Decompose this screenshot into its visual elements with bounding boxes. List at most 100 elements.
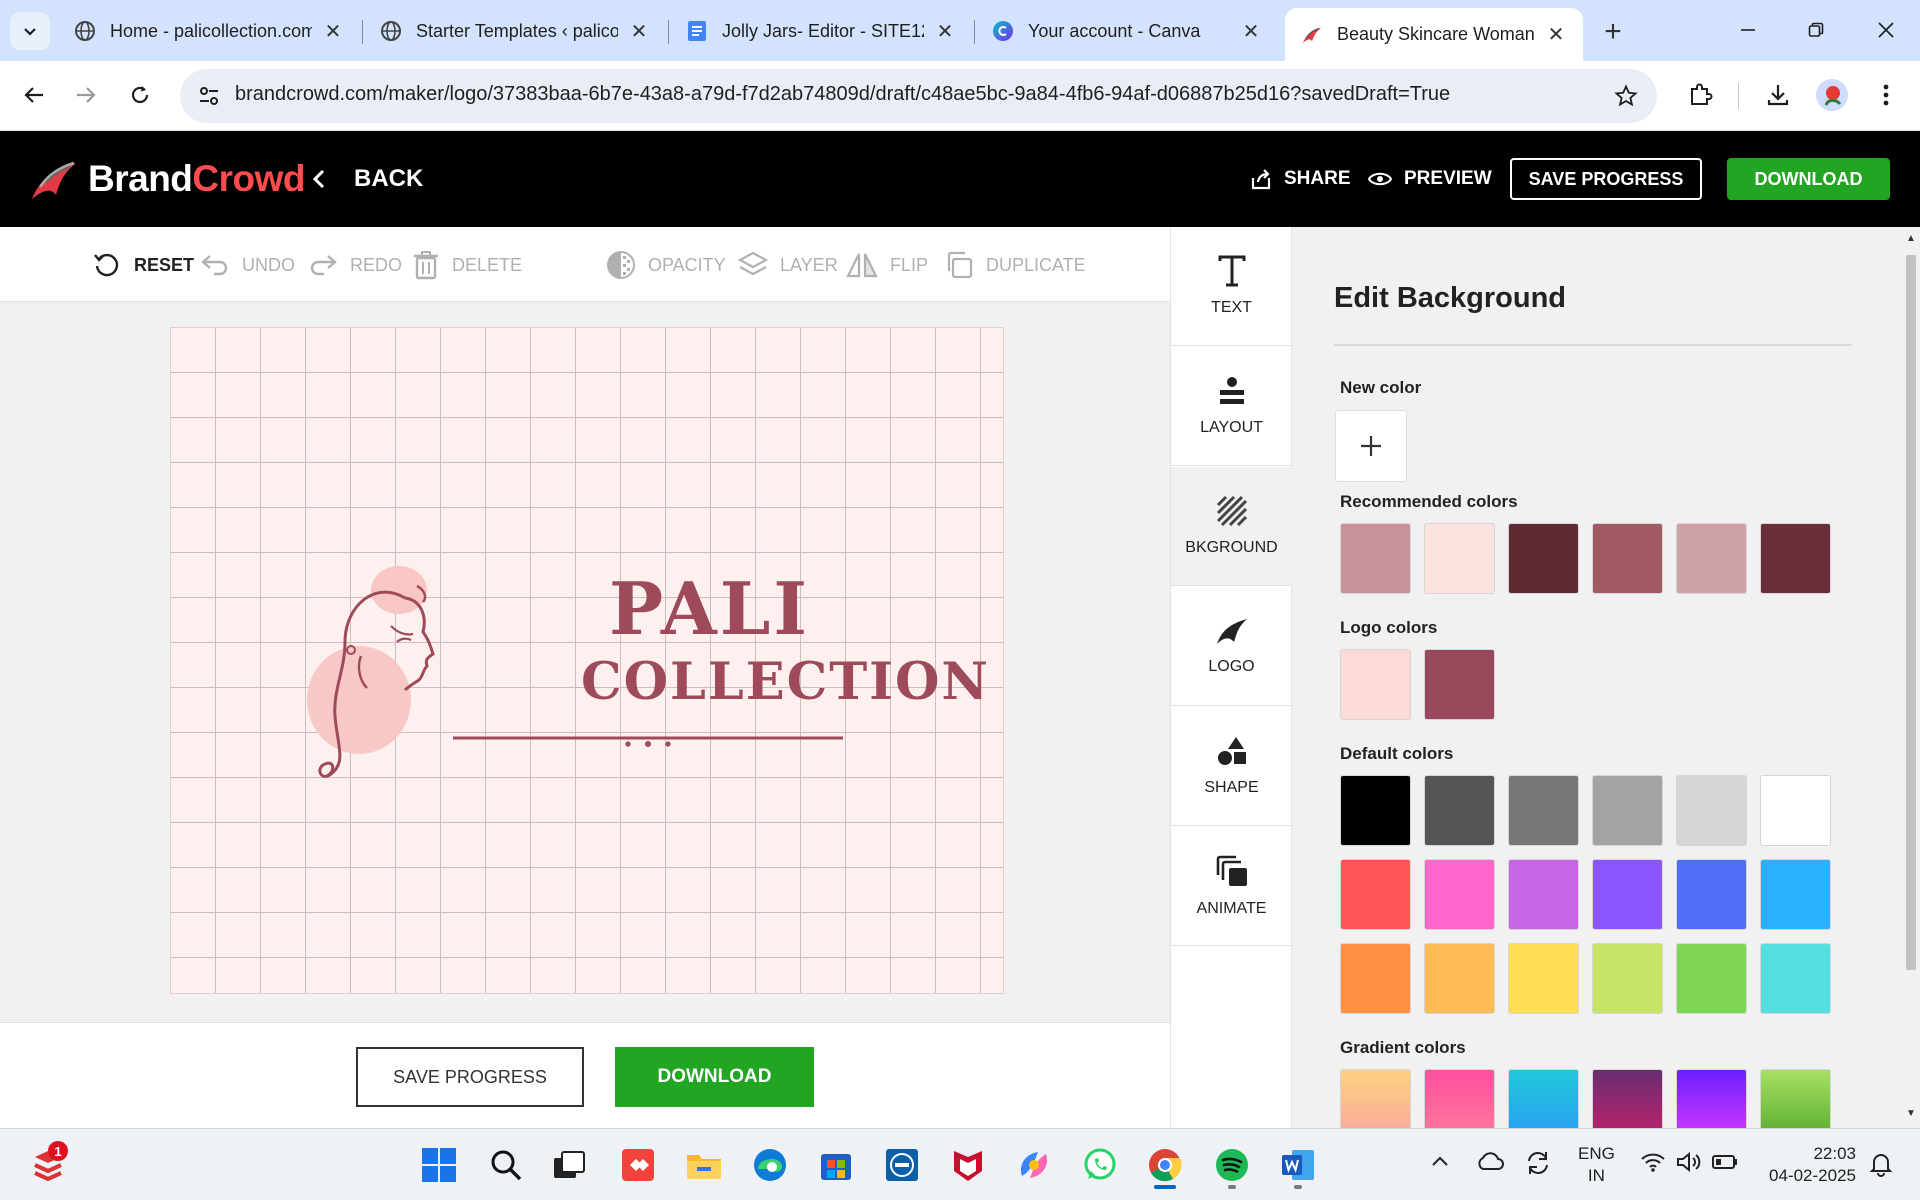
color-swatch[interactable] bbox=[1592, 523, 1663, 594]
color-swatch[interactable] bbox=[1340, 859, 1411, 930]
color-swatch[interactable] bbox=[1508, 523, 1579, 594]
logo-design[interactable]: PALI COLLECTION bbox=[301, 558, 988, 788]
taskbar-app-store[interactable] bbox=[812, 1141, 860, 1189]
taskbar-app-edge[interactable] bbox=[746, 1141, 794, 1189]
clock[interactable]: 22:03 04-02-2025 bbox=[1760, 1143, 1856, 1187]
sidenav-item-shape[interactable]: SHAPE bbox=[1171, 707, 1292, 826]
sidenav-item-logo[interactable]: LOGO bbox=[1171, 587, 1292, 706]
sidenav-item-text[interactable]: TEXT bbox=[1171, 227, 1292, 346]
color-swatch[interactable] bbox=[1760, 775, 1831, 846]
restore-button[interactable] bbox=[1782, 8, 1850, 52]
scrollbar-thumb[interactable] bbox=[1906, 255, 1916, 970]
color-swatch[interactable] bbox=[1760, 943, 1831, 1014]
downloads-icon[interactable] bbox=[1758, 75, 1798, 115]
site-settings-icon[interactable] bbox=[196, 83, 222, 109]
color-swatch[interactable] bbox=[1760, 1069, 1831, 1128]
forward-nav-button[interactable] bbox=[66, 75, 106, 115]
color-swatch[interactable] bbox=[1424, 1069, 1495, 1128]
undo-button[interactable]: UNDO bbox=[200, 249, 295, 281]
duplicate-button[interactable]: DUPLICATE bbox=[944, 249, 1086, 281]
color-swatch[interactable] bbox=[1424, 859, 1495, 930]
taskbar-app-dell[interactable] bbox=[878, 1141, 926, 1189]
layer-button[interactable]: LAYER bbox=[738, 249, 838, 281]
minimize-button[interactable] bbox=[1714, 8, 1782, 52]
color-swatch[interactable] bbox=[1424, 523, 1495, 594]
brand-name-line1[interactable]: PALI bbox=[609, 566, 810, 651]
close-icon[interactable]: ✕ bbox=[1238, 18, 1264, 44]
redo-button[interactable]: REDO bbox=[308, 249, 402, 281]
tray-overflow-icon[interactable] bbox=[1430, 1153, 1450, 1173]
color-swatch[interactable] bbox=[1340, 1069, 1411, 1128]
sync-icon[interactable] bbox=[1524, 1149, 1552, 1182]
browser-tab-2[interactable]: Starter Templates ‹ palicollection ✕ bbox=[364, 8, 666, 54]
sidenav-item-animate[interactable]: ANIMATE bbox=[1171, 827, 1292, 946]
color-swatch[interactable] bbox=[1508, 775, 1579, 846]
color-swatch[interactable] bbox=[1340, 775, 1411, 846]
back-nav-button[interactable] bbox=[14, 75, 54, 115]
scroll-up-icon[interactable]: ▲ bbox=[1906, 233, 1916, 247]
taskbar-app-spotify[interactable] bbox=[1208, 1141, 1256, 1189]
add-color-button[interactable] bbox=[1335, 410, 1407, 482]
woman-face-illustration[interactable] bbox=[301, 558, 461, 788]
color-swatch[interactable] bbox=[1676, 859, 1747, 930]
sidenav-item-layout[interactable]: LAYOUT bbox=[1171, 347, 1292, 466]
color-swatch[interactable] bbox=[1760, 523, 1831, 594]
brand-name-line2[interactable]: COLLECTION bbox=[581, 652, 990, 712]
opacity-button[interactable]: OPACITY bbox=[606, 249, 726, 281]
browser-tab-5-active[interactable]: Beauty Skincare Woman Logo ✕ bbox=[1285, 8, 1583, 61]
url-text[interactable]: brandcrowd.com/maker/logo/37383baa-6b7e-… bbox=[235, 83, 1450, 106]
close-icon[interactable]: ✕ bbox=[320, 18, 346, 44]
taskbar-app-copilot[interactable] bbox=[1010, 1141, 1058, 1189]
brandcrowd-logo[interactable]: BrandCrowd bbox=[30, 157, 306, 201]
browser-tab-4[interactable]: Your account - Canva ✕ bbox=[976, 8, 1278, 54]
wifi-icon[interactable] bbox=[1640, 1151, 1666, 1178]
profile-avatar[interactable] bbox=[1816, 79, 1848, 111]
panel-scrollbar[interactable]: ▲ ▼ bbox=[1902, 227, 1920, 1128]
scroll-down-icon[interactable]: ▼ bbox=[1906, 1108, 1916, 1122]
taskbar-app-whatsapp[interactable] bbox=[1076, 1141, 1124, 1189]
close-icon[interactable]: ✕ bbox=[626, 18, 652, 44]
color-swatch[interactable] bbox=[1508, 943, 1579, 1014]
notifications-icon[interactable] bbox=[1868, 1151, 1894, 1182]
download-bottom-button[interactable]: DOWNLOAD bbox=[615, 1047, 814, 1107]
language-indicator[interactable]: ENG IN bbox=[1578, 1143, 1615, 1187]
taskbar-app-file-explorer[interactable] bbox=[680, 1141, 728, 1189]
tab-search-button[interactable] bbox=[10, 12, 50, 50]
bookmark-star-icon[interactable] bbox=[1611, 81, 1641, 111]
color-swatch[interactable] bbox=[1592, 775, 1663, 846]
reset-button[interactable]: RESET bbox=[92, 249, 194, 281]
volume-icon[interactable] bbox=[1676, 1151, 1702, 1178]
battery-icon[interactable] bbox=[1712, 1153, 1738, 1176]
start-button[interactable] bbox=[415, 1141, 463, 1189]
close-icon[interactable]: ✕ bbox=[932, 18, 958, 44]
color-swatch[interactable] bbox=[1676, 1069, 1747, 1128]
share-button[interactable]: SHARE bbox=[1250, 161, 1351, 197]
sidenav-item-background[interactable]: BKGROUND bbox=[1171, 467, 1292, 586]
color-swatch[interactable] bbox=[1592, 943, 1663, 1014]
preview-button[interactable]: PREVIEW bbox=[1368, 161, 1492, 197]
color-swatch[interactable] bbox=[1424, 943, 1495, 1014]
browser-menu-icon[interactable] bbox=[1866, 75, 1906, 115]
taskbar-app-chrome[interactable] bbox=[1141, 1141, 1189, 1189]
delete-button[interactable]: DELETE bbox=[412, 249, 522, 281]
taskbar-search[interactable] bbox=[482, 1141, 530, 1189]
save-progress-button[interactable]: SAVE PROGRESS bbox=[1510, 158, 1702, 200]
omnibox[interactable]: brandcrowd.com/maker/logo/37383baa-6b7e-… bbox=[180, 69, 1657, 123]
browser-tab-1[interactable]: Home - palicollection.com ✕ bbox=[58, 8, 360, 54]
close-window-button[interactable] bbox=[1852, 8, 1920, 52]
color-swatch[interactable] bbox=[1676, 775, 1747, 846]
color-swatch[interactable] bbox=[1424, 775, 1495, 846]
color-swatch[interactable] bbox=[1592, 1069, 1663, 1128]
download-button[interactable]: DOWNLOAD bbox=[1727, 158, 1890, 200]
taskbar-app-word[interactable] bbox=[1274, 1141, 1322, 1189]
color-swatch[interactable] bbox=[1676, 943, 1747, 1014]
reload-button[interactable] bbox=[120, 75, 160, 115]
brand-underline-ornament[interactable] bbox=[453, 733, 843, 747]
color-swatch[interactable] bbox=[1760, 859, 1831, 930]
taskbar-app-anydesk[interactable] bbox=[614, 1141, 662, 1189]
color-swatch[interactable] bbox=[1340, 943, 1411, 1014]
color-swatch[interactable] bbox=[1592, 859, 1663, 930]
close-icon[interactable]: ✕ bbox=[1543, 22, 1569, 48]
back-button[interactable]: BACK bbox=[312, 161, 423, 197]
color-swatch[interactable] bbox=[1508, 1069, 1579, 1128]
